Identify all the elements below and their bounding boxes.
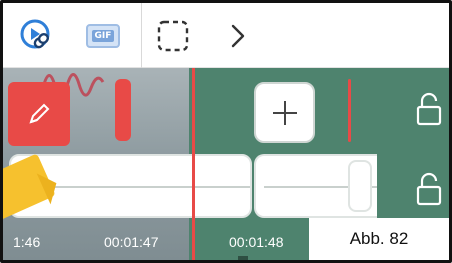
- pencil-icon: [29, 103, 50, 124]
- gif-icon: GIF: [86, 23, 120, 48]
- gif-button[interactable]: GIF: [75, 3, 131, 68]
- audio-track-handle[interactable]: [348, 160, 372, 212]
- toolbar: GIF: [3, 3, 449, 68]
- lock-open-icon: [416, 172, 442, 206]
- lock-audio-track-button[interactable]: [412, 169, 446, 209]
- plus-icon: [272, 100, 297, 125]
- dashed-selection-icon: [157, 20, 189, 51]
- lock-open-icon: [416, 92, 442, 126]
- chevron-right-icon: [231, 24, 245, 47]
- time-tick-mark: [238, 256, 248, 260]
- toolbar-separator: [141, 3, 142, 68]
- gif-label: GIF: [91, 29, 115, 42]
- video-link-button[interactable]: [9, 3, 65, 68]
- next-button[interactable]: [221, 3, 255, 68]
- clip-end-marker: [348, 79, 351, 142]
- timestamp-label: 00:01:48: [229, 234, 284, 250]
- edit-clip-button[interactable]: [8, 82, 70, 146]
- app-window: GIF 1:46 00:01:47 00:01:48 Abb. 82: [0, 0, 452, 263]
- clip-trim-handle[interactable]: [115, 79, 131, 141]
- playhead[interactable]: [192, 68, 195, 260]
- video-link-icon: [20, 19, 50, 48]
- timestamp-label: 1:46: [13, 234, 41, 250]
- select-region-button[interactable]: [147, 3, 199, 68]
- figure-caption: Abb. 82: [309, 218, 449, 260]
- timestamp-label: 00:01:47: [104, 234, 159, 250]
- lock-video-track-button[interactable]: [412, 89, 446, 129]
- add-clip-button[interactable]: [254, 82, 315, 143]
